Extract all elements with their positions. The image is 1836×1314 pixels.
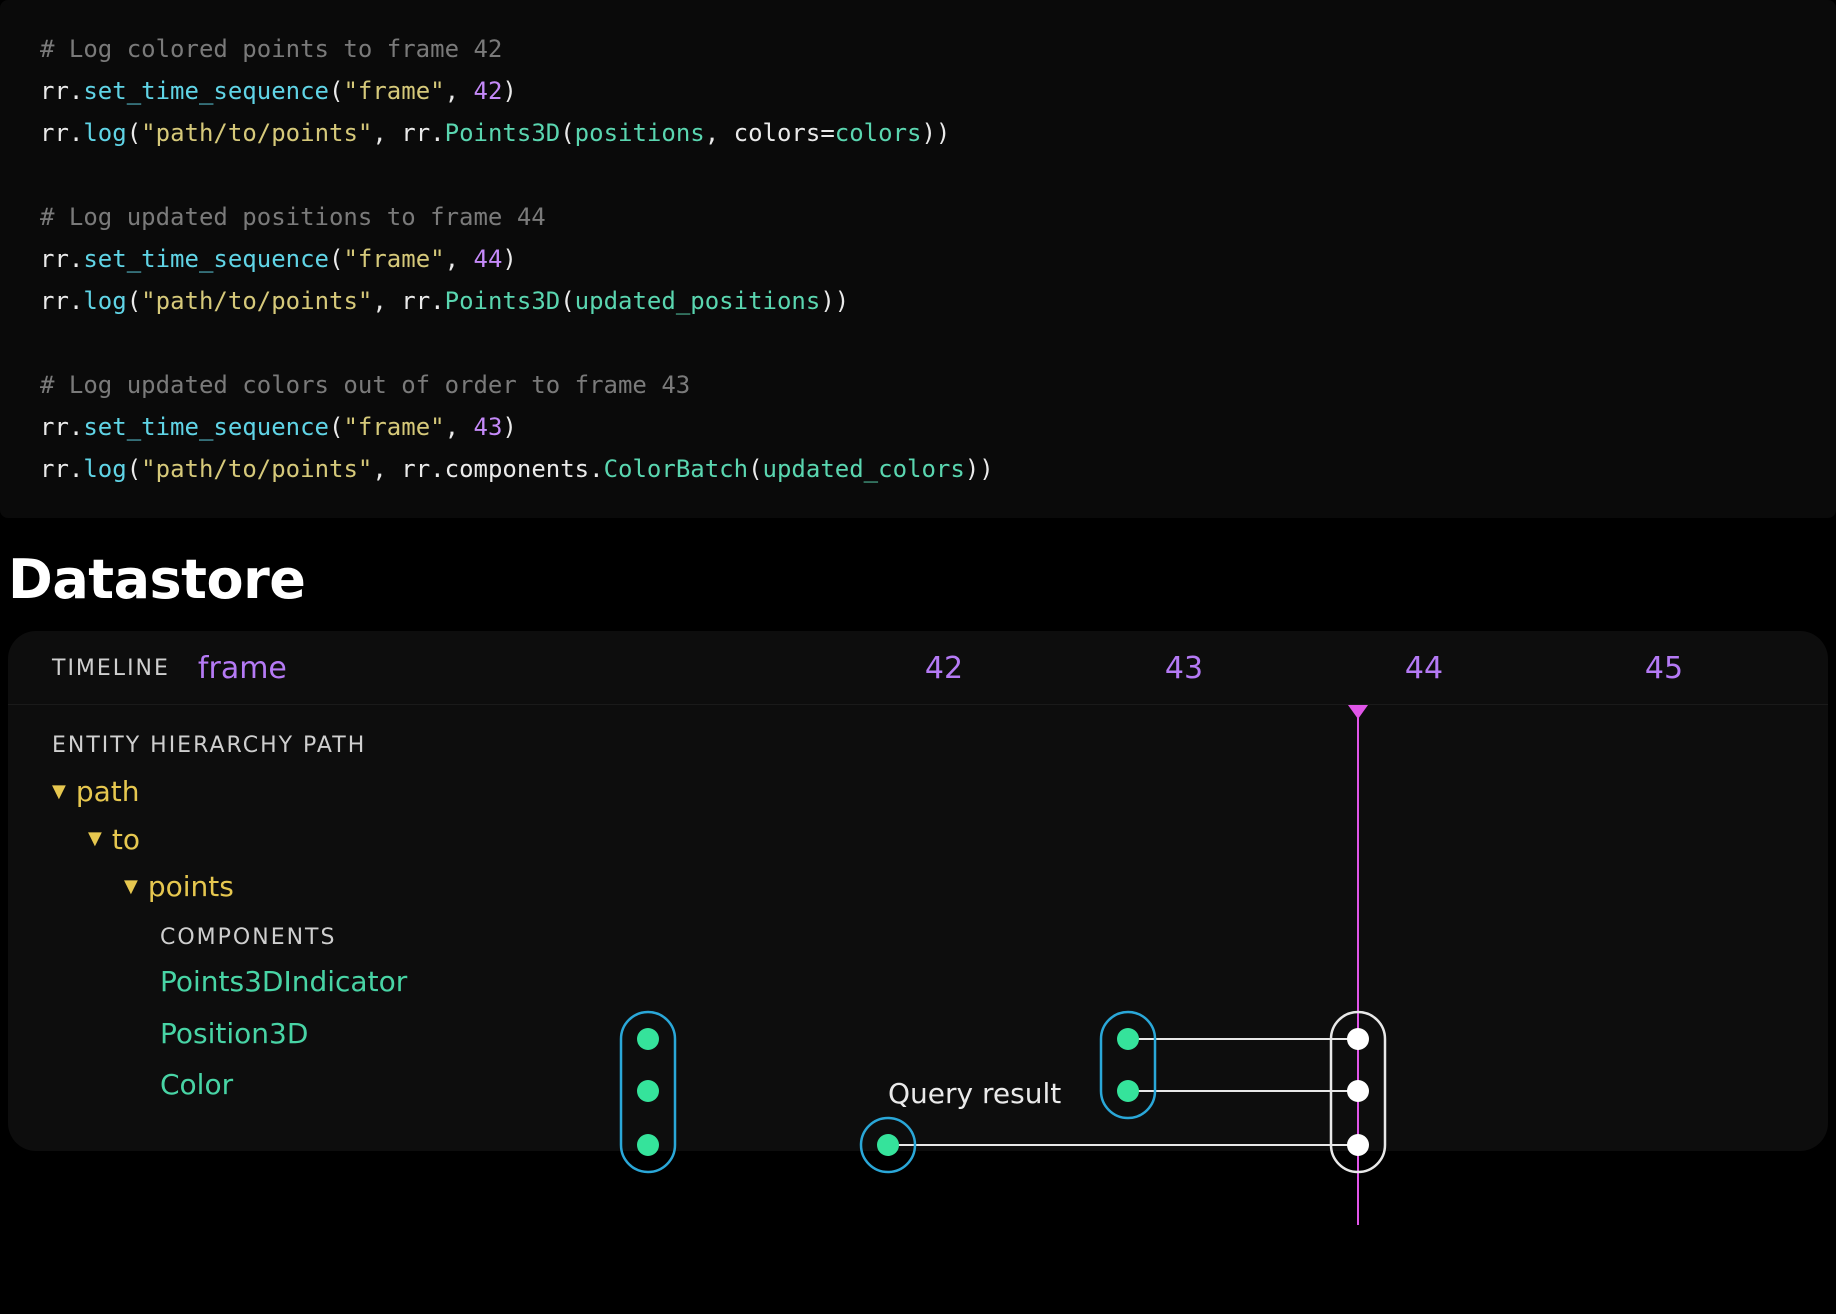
tree-node[interactable]: ▼ points	[52, 863, 1784, 911]
datastore-body: ENTITY HIERARCHY PATH ▼ path ▼ to ▼ points CO…	[8, 705, 1828, 1111]
timeline-tick: 45	[1544, 651, 1784, 686]
chevron-down-icon: ▼	[124, 872, 138, 903]
tree-node-label: points	[148, 863, 234, 911]
timeline-tick: 42	[824, 651, 1064, 686]
tree-node[interactable]: ▼ to	[52, 816, 1784, 864]
query-result-label: Query result	[888, 1077, 1061, 1110]
chevron-down-icon: ▼	[52, 777, 66, 808]
entity-tree: ▼ path ▼ to ▼ points	[52, 768, 1784, 911]
timeline-name: frame	[198, 651, 287, 686]
components-label: COMPONENTS	[160, 925, 1784, 950]
timeline-header: TIMELINE frame 42434445	[8, 631, 1828, 705]
timeline-tick: 43	[1064, 651, 1304, 686]
datastore-heading: Datastore	[8, 548, 1836, 611]
timeline-label: TIMELINE	[52, 656, 170, 681]
timeline-ticks: 42434445	[824, 651, 1784, 686]
chevron-down-icon: ▼	[88, 824, 102, 855]
datastore-panel: TIMELINE frame 42434445 ENTITY HIERARCHY…	[8, 631, 1828, 1151]
code-block: # Log colored points to frame 42 rr.set_…	[0, 0, 1836, 518]
tree-node-label: to	[112, 816, 140, 864]
component-item[interactable]: Points3DIndicator	[52, 956, 1784, 1008]
component-item[interactable]: Position3D	[52, 1008, 1784, 1060]
tree-node-label: path	[76, 768, 140, 816]
tree-node[interactable]: ▼ path	[52, 768, 1784, 816]
timeline-tick: 44	[1304, 651, 1544, 686]
hierarchy-label: ENTITY HIERARCHY PATH	[52, 733, 1784, 758]
